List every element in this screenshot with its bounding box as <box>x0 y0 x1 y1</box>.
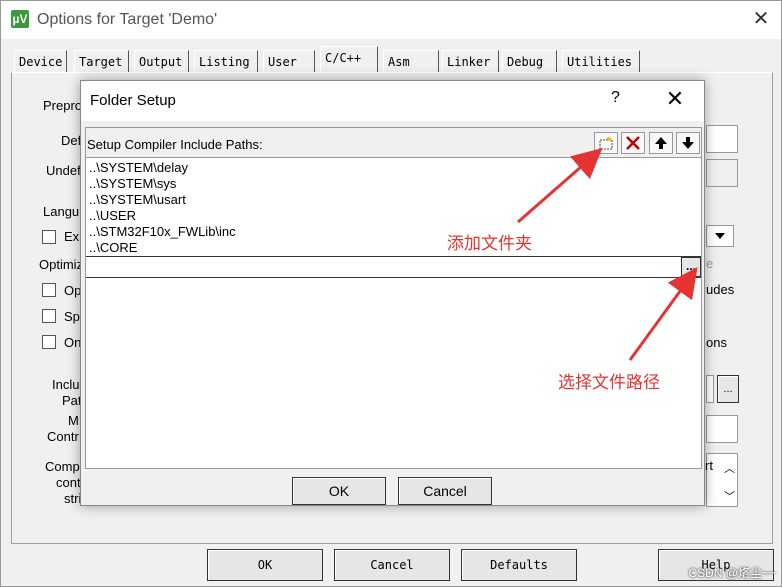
annotation-arrows <box>517 148 698 361</box>
csdn-watermark: CSDN @烙尘~~ <box>688 566 776 580</box>
arrow-to-new-folder <box>517 148 603 224</box>
annotation-add-folder: 添加文件夹 <box>447 234 532 254</box>
arrow-to-browse <box>628 267 698 361</box>
annotation-choose-path: 选择文件路径 <box>558 373 660 393</box>
